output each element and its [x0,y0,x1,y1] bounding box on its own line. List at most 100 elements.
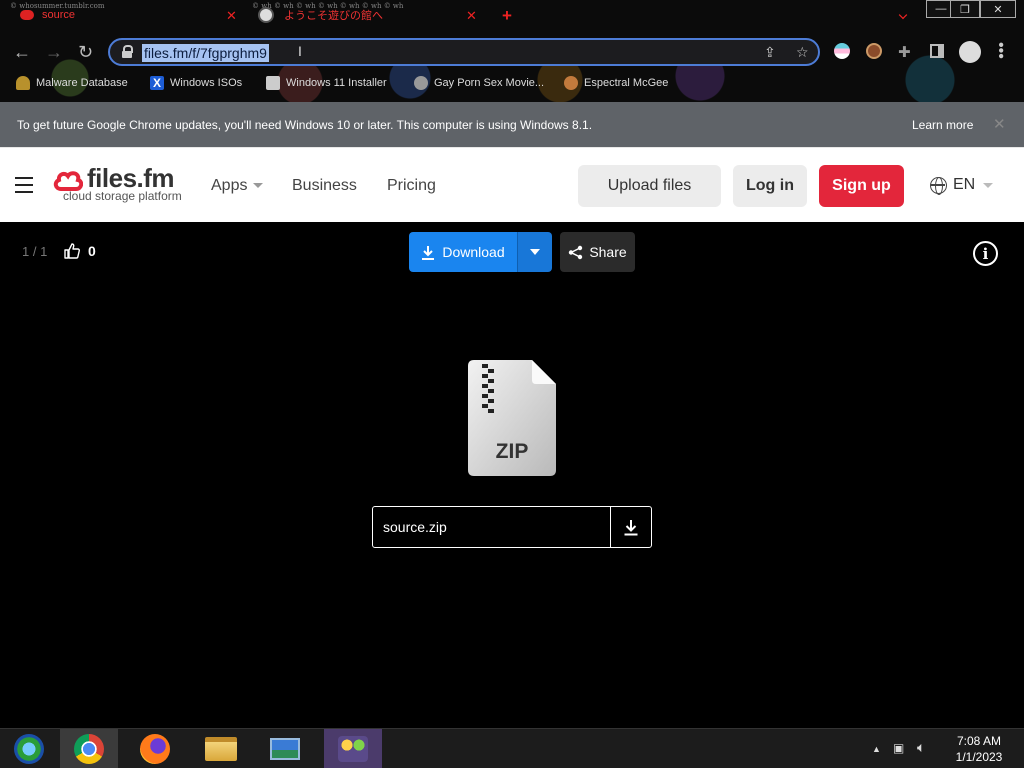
download-label: Download [442,244,505,260]
tab-search-icon[interactable] [898,10,908,20]
share-label: Share [589,244,627,260]
taskbar-remote-app[interactable] [324,729,382,768]
desktop: © whosummer.tumblr.com source ✕ © wh © w… [0,0,1024,768]
taskbar-firefox[interactable] [126,729,184,768]
taskbar-chrome[interactable] [60,729,118,768]
reload-icon[interactable]: ↻ [78,42,93,63]
taskbar-photo-viewer[interactable] [256,729,314,768]
tab-label: source [42,9,76,21]
share-icon [569,245,583,259]
lock-icon[interactable] [122,45,133,58]
file-type-label: ZIP [495,440,529,463]
x-logo-icon: X [150,76,164,90]
nav-business[interactable]: Business [292,177,357,195]
language-selector[interactable]: EN [930,176,994,195]
taskbar-media-center[interactable] [0,729,58,768]
info-icon[interactable]: i [973,241,998,266]
share-page-icon[interactable]: ⇪ [764,44,776,61]
extension-flag-icon[interactable] [834,43,850,59]
forward-icon[interactable]: → [45,42,63,63]
bookmark-movie-site[interactable]: Gay Porn Sex Movie... [414,76,544,90]
clock-date: 1/1/2023 [955,750,1003,764]
bookmark-label: Malware Database [36,77,128,89]
taskbar-file-explorer[interactable] [192,729,250,768]
caret-down-icon [530,249,540,255]
folder-icon [205,737,237,761]
text-cursor-icon: Ι [298,43,302,59]
tab-close-icon[interactable]: ✕ [226,8,237,24]
network-icon[interactable]: ▣ [893,741,904,755]
site-header: files.fm cloud storage platform Apps Bus… [0,147,1024,222]
download-options-button[interactable] [517,232,552,272]
share-button[interactable]: Share [560,232,635,272]
update-infobar: To get future Google Chrome updates, you… [0,102,1024,147]
bookmark-espectral-mcgee[interactable]: Espectral McGee [564,76,668,90]
download-icon [624,519,638,535]
file-name: source.zip [383,519,447,535]
bookmark-label: Windows 11 Installer [286,77,387,89]
infobar-message: To get future Google Chrome updates, you… [17,118,593,132]
file-download-button[interactable] [610,507,651,547]
show-hidden-icons-button[interactable]: ▲ [872,744,881,754]
side-panel-icon[interactable] [930,44,944,58]
page-icon [266,76,280,90]
file-viewer: 1 / 1 0 Download Share i ZIP source.zip [0,222,1024,728]
download-button-group: Download [409,232,552,272]
signup-button[interactable]: Sign up [819,165,904,207]
globe-icon [930,176,947,195]
media-center-icon [14,734,44,764]
files-fm-logo[interactable]: files.fm cloud storage platform [53,163,193,205]
tab-favicon-icon [20,10,34,20]
like-count: 0 [88,243,96,259]
firefox-icon [140,734,170,764]
tab-close-icon[interactable]: ✕ [466,8,477,24]
bookmark-windows-isos[interactable]: X Windows ISOs [150,76,242,90]
bookmark-malware-database[interactable]: Malware Database [16,76,128,90]
back-icon[interactable]: ← [13,42,31,63]
chevron-down-icon [983,182,994,188]
tab-source[interactable]: source [20,0,75,30]
profile-icon[interactable] [959,41,981,63]
file-counter: 1 / 1 [22,244,48,259]
download-icon [422,245,435,260]
browser-chrome: © whosummer.tumblr.com source ✕ © wh © w… [0,0,1024,102]
zip-file-icon: ZIP [468,360,556,476]
bookmark-label: Gay Porn Sex Movie... [434,77,545,89]
character-favicon-icon [564,76,578,90]
thumbs-up-icon [64,243,80,259]
bookmark-star-icon[interactable]: ☆ [796,44,809,61]
chrome-menu-icon[interactable]: ••• [992,42,1009,59]
login-button[interactable]: Log in [733,165,807,207]
close-window-button[interactable]: ✕ [980,0,1016,18]
bookmark-windows-11-installer[interactable]: Windows 11 Installer [266,76,387,90]
url-text[interactable]: files.fm/f/7fgprghm9 [142,44,269,62]
extension-avatar-icon[interactable] [866,43,882,59]
maximize-button[interactable]: ❐ [950,0,980,18]
new-tab-button[interactable]: + [502,6,512,26]
bookmark-label: Windows ISOs [170,77,243,89]
nav-apps[interactable]: Apps [211,177,264,195]
virus-icon [16,76,30,90]
volume-icon[interactable]: 🔈︎ [917,739,925,756]
like-button[interactable]: 0 [64,243,96,259]
file-entry[interactable]: source.zip [372,506,652,548]
bookmark-label: Espectral McGee [584,77,669,89]
system-clock[interactable]: 7:08 AM 1/1/2023 [944,733,1014,765]
extensions-puzzle-icon[interactable]: ✚ [898,43,911,61]
tab-yokoso[interactable]: ようこそ遊びの館へ [258,0,383,30]
upload-files-button[interactable]: Upload files [578,165,721,207]
nav-pricing[interactable]: Pricing [387,177,436,195]
learn-more-link[interactable]: Learn more [912,118,973,132]
nav-apps-label: Apps [211,177,248,194]
address-bar[interactable]: files.fm/f/7fgprghm9 Ι ⇪ ☆ [108,38,820,66]
chrome-icon [74,734,104,764]
clock-time: 7:08 AM [956,734,1002,748]
download-button[interactable]: Download [409,232,517,272]
infobar-close-icon[interactable]: ✕ [993,115,1006,133]
anime-avatar-icon [258,7,274,23]
hamburger-menu-icon[interactable] [15,177,33,193]
language-label: EN [953,176,976,193]
bookmarks-bar: Malware Database X Windows ISOs Windows … [0,72,1024,96]
people-app-icon [338,736,368,762]
photo-viewer-icon [270,738,300,760]
